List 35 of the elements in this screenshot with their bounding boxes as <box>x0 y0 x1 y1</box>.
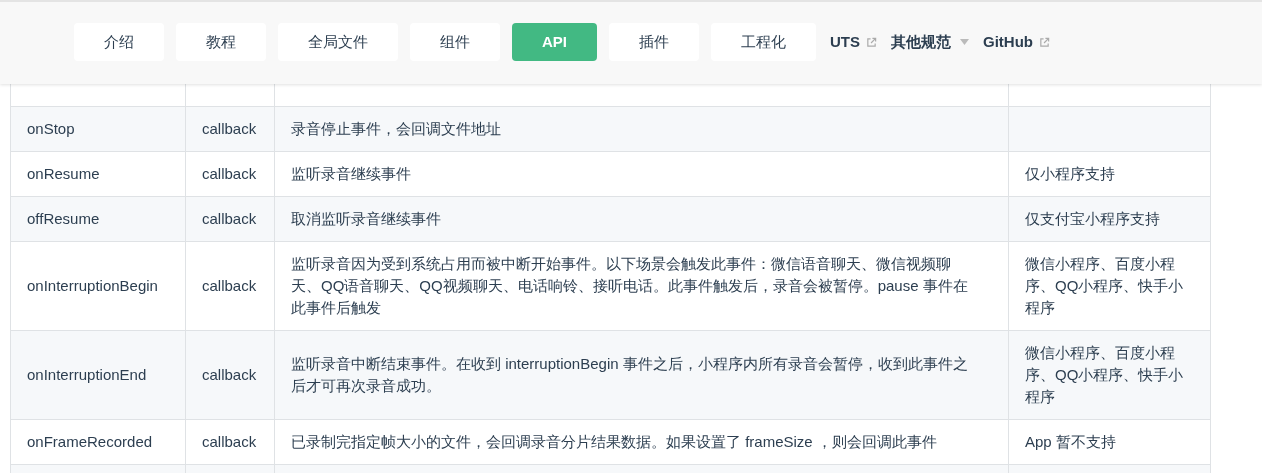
nav-button[interactable]: 工程化 <box>711 23 816 61</box>
name-cell: offResume <box>10 196 186 242</box>
nav-button[interactable]: 介绍 <box>74 23 164 61</box>
support-cell: 微信小程序、百度小程序、QQ小程序、快手小程序 <box>1008 330 1211 420</box>
external-link-icon <box>866 36 877 48</box>
description-cell: 监听录音中断结束事件。在收到 interruptionBegin 事件之后，小程序内所有录音会暂停，收到此事件之后才可再次录音成功。 <box>274 330 1009 420</box>
nav-link[interactable]: UTS <box>830 30 860 54</box>
description-cell: 已录制完指定帧大小的文件，会回调录音分片结果数据。如果设置了 frameSize ，则会回调此事件 <box>274 419 1009 465</box>
support-cell: 微信小程序、百度小程序、QQ小程序、快手小程序 <box>1008 241 1211 331</box>
name-cell: onInterruptionEnd <box>10 330 186 420</box>
type-cell: callback <box>185 106 275 152</box>
type-cell: callback <box>185 241 275 331</box>
type-cell: callback <box>185 196 275 242</box>
caret-icon <box>960 39 969 45</box>
nav-link[interactable]: 其他规范 <box>891 30 951 54</box>
type-cell: callback <box>185 151 275 197</box>
description-cell: 录音停止事件，会回调文件地址 <box>274 106 1009 152</box>
description-cell: 监听录音继续事件 <box>274 151 1009 197</box>
name-cell: onStop <box>10 106 186 152</box>
nav-button[interactable]: 插件 <box>609 23 699 61</box>
nav-button[interactable]: 全局文件 <box>278 23 398 61</box>
description-cell: 取消监听录音继续事件 <box>274 196 1009 242</box>
external-link-icon <box>1039 36 1050 48</box>
type-cell: callback <box>185 419 275 465</box>
name-cell: onResume <box>10 151 186 197</box>
name-cell: onInterruptionBegin <box>10 241 186 331</box>
name-cell: onFrameRecorded <box>10 419 186 465</box>
nav-link[interactable]: GitHub <box>983 30 1033 54</box>
support-cell: 仅支付宝小程序支持 <box>1008 196 1211 242</box>
nav-button[interactable]: 组件 <box>410 23 500 61</box>
nav-button[interactable]: 教程 <box>176 23 266 61</box>
support-cell: 仅小程序支持 <box>1008 151 1211 197</box>
description-cell: 监听录音因为受到系统占用而被中断开始事件。以下场景会触发此事件：微信语音聊天、微信视频聊天、QQ语音聊天、QQ视频聊天、电话响铃、接听电话。此事件触发后，录音会被暂停。pause 事件在此事件后触发 <box>274 241 1009 331</box>
support-cell: App 暂不支持 <box>1008 419 1211 465</box>
type-cell: callback <box>185 330 275 420</box>
